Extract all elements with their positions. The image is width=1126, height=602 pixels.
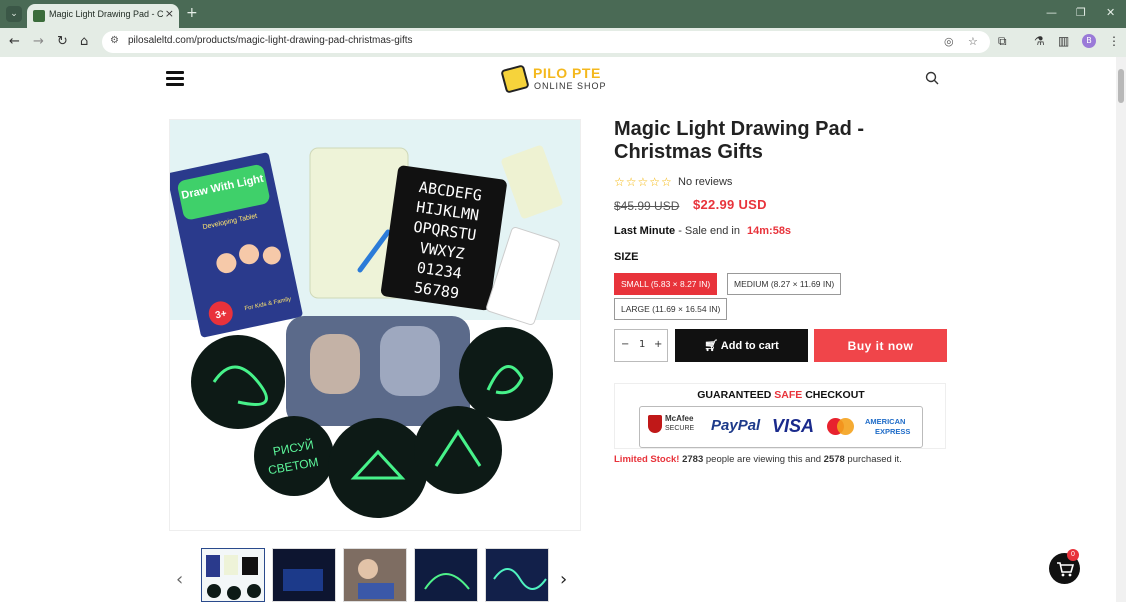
stock-label: Limited Stock!	[614, 454, 680, 465]
back-icon[interactable]: ←	[9, 34, 20, 49]
mcafee-label: McAfee	[665, 414, 694, 423]
add-to-cart-label: Add to cart	[720, 340, 779, 352]
browser-tabbar: ⌄ Magic Light Drawing Pad - Christmas Gi…	[0, 0, 1126, 28]
paypal-logo: PayPal	[711, 417, 761, 434]
add-to-cart-button[interactable]: 🛒︎ Add to cart	[675, 329, 808, 362]
countdown-timer: 14m:58s	[747, 225, 792, 237]
thumbnail-5[interactable]	[485, 548, 549, 602]
browser-toolbar: ← → ↻ ⌂ ⚙ pilosaleltd.com/products/magic…	[0, 28, 1126, 57]
page-content: PILO PTE ONLINE SHOP Draw With Light Dev…	[0, 57, 1116, 602]
mcafee-shield-icon	[648, 415, 662, 433]
purchased-count: 2578	[823, 454, 845, 465]
new-tab-button[interactable]: +	[186, 5, 198, 21]
window-close-icon[interactable]: ✕	[1106, 6, 1115, 19]
cart-count-badge: 0	[1067, 549, 1079, 561]
chevron-right-icon[interactable]: ›	[560, 569, 567, 590]
logo-subtitle: ONLINE SHOP	[534, 81, 607, 91]
logo-name: PILO PTE	[533, 65, 601, 81]
rating-stars: ☆☆☆☆☆	[614, 175, 673, 189]
tab-title: Magic Light Drawing Pad - Christmas Gift…	[49, 9, 163, 19]
thumbnail-2[interactable]	[272, 548, 336, 602]
page-scrollbar[interactable]	[1116, 57, 1126, 602]
thumbnail-3[interactable]	[343, 548, 407, 602]
size-option-small[interactable]: SMALL (5.83 × 8.27 IN)	[614, 273, 718, 295]
more-icon[interactable]: ⋮	[1108, 34, 1120, 48]
site-info-icon[interactable]: ⚙	[110, 35, 119, 46]
minimize-icon[interactable]: —	[1046, 6, 1057, 19]
logo-tag-icon	[500, 64, 530, 94]
buy-now-button[interactable]: Buy it now	[814, 329, 947, 362]
search-icon[interactable]	[925, 71, 939, 85]
sale-text: - Sale end in	[678, 225, 740, 237]
quantity-stepper: − 1 +	[614, 329, 668, 362]
site-logo[interactable]: PILO PTE ONLINE SHOP	[500, 64, 613, 95]
address-bar[interactable]: ⚙ pilosaleltd.com/products/magic-light-d…	[102, 31, 990, 53]
scrollbar-thumb[interactable]	[1118, 69, 1124, 103]
chevron-left-icon[interactable]: ‹	[176, 569, 183, 590]
eye-off-icon[interactable]: ◎	[944, 35, 954, 48]
sale-countdown: Last Minute - Sale end in 14m:58s	[614, 225, 791, 237]
home-icon[interactable]: ⌂	[80, 34, 88, 49]
extensions-icon[interactable]: ⧉	[998, 34, 1007, 49]
thumbnail-4[interactable]	[414, 548, 478, 602]
size-option-large[interactable]: LARGE (11.69 × 16.54 IN)	[614, 298, 728, 320]
product-main-image[interactable]: Draw With Light Developing Tablet 3+ For…	[169, 119, 581, 531]
restore-icon[interactable]: ❐	[1076, 6, 1086, 19]
old-price: $45.99 USD	[614, 199, 680, 213]
sale-price: $22.99 USD	[693, 197, 767, 212]
reviews-count[interactable]: No reviews	[678, 176, 732, 188]
mastercard-right-circle	[837, 418, 854, 435]
size-label: SIZE	[614, 251, 639, 263]
hamburger-icon[interactable]	[166, 71, 184, 87]
product-illustration: Draw With Light Developing Tablet 3+ For…	[170, 120, 580, 530]
qty-value[interactable]: 1	[639, 339, 645, 350]
mcafee-sub: SECURE	[665, 425, 695, 432]
profile-avatar[interactable]: B	[1082, 34, 1096, 48]
safe-checkout-box: GUARANTEED SAFE CHECKOUT McAfee SECURE P…	[614, 383, 946, 449]
payment-badges: McAfee SECURE PayPal VISA AMERICAN EXPRE…	[639, 406, 923, 448]
cart-icon: 🛒︎	[704, 340, 721, 352]
forward-icon[interactable]: →	[33, 34, 44, 49]
tab-menu-icon[interactable]: ⌄	[6, 6, 22, 22]
amex-line1: AMERICAN	[865, 417, 906, 426]
close-icon[interactable]: ×	[165, 7, 174, 20]
star-icon[interactable]: ☆	[968, 35, 978, 48]
qty-plus-button[interactable]: +	[654, 339, 662, 350]
favicon	[33, 10, 45, 22]
visa-logo: VISA	[772, 416, 815, 436]
sale-label: Last Minute	[614, 225, 676, 237]
stock-notice: Limited Stock! 2783 people are viewing t…	[614, 454, 902, 465]
browser-tab[interactable]: Magic Light Drawing Pad - Christmas Gift…	[27, 4, 179, 28]
product-title: Magic Light Drawing Pad - Christmas Gift…	[614, 118, 865, 163]
viewing-count: 2783	[682, 454, 704, 465]
labs-icon[interactable]: ⚗	[1034, 34, 1045, 48]
qty-minus-button[interactable]: −	[621, 339, 629, 350]
thumbnail-1[interactable]	[201, 548, 265, 602]
safe-checkout-title: GUARANTEED SAFE CHECKOUT	[697, 389, 865, 401]
amex-line2: EXPRESS	[875, 427, 911, 436]
book-age: 3+	[214, 308, 228, 321]
reload-icon[interactable]: ↻	[57, 34, 68, 49]
size-option-medium[interactable]: MEDIUM (8.27 × 11.69 IN)	[727, 273, 842, 295]
sidebar-icon[interactable]: ▥	[1058, 34, 1069, 48]
url-text[interactable]: pilosaleltd.com/products/magic-light-dra…	[128, 35, 413, 46]
